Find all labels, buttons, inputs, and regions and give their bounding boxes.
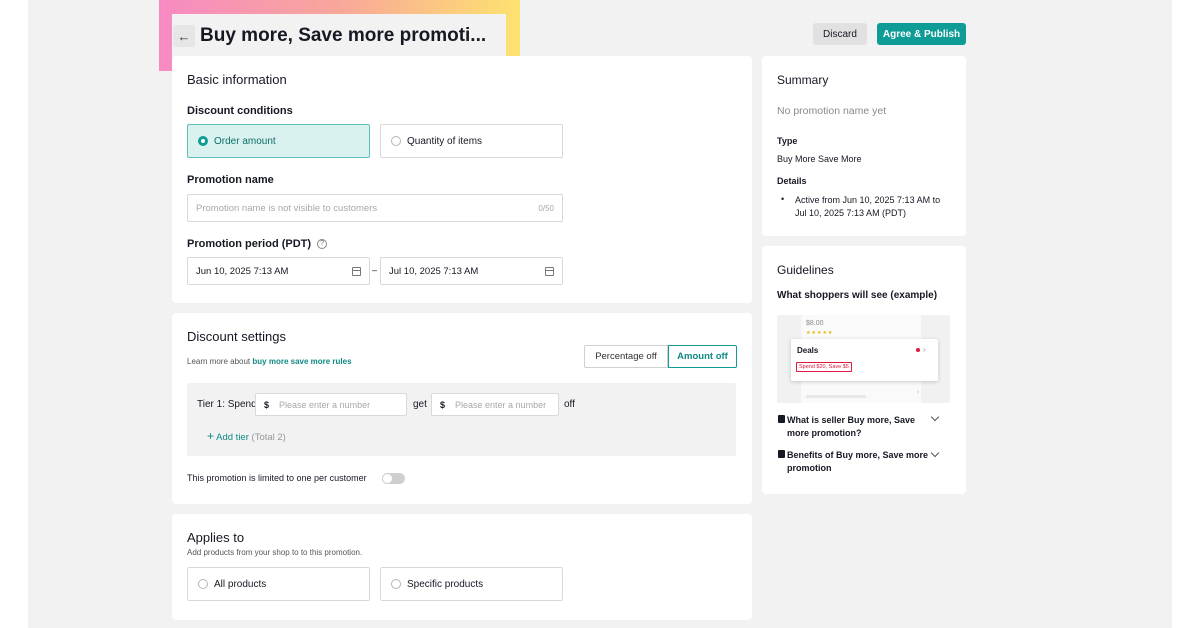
details-label: Details bbox=[777, 176, 807, 186]
learn-more-prefix: Learn more about bbox=[187, 357, 251, 366]
shopper-preview-image: $8.00 ★★★★★ Deals › Spend $20, Save $5 › bbox=[777, 315, 950, 403]
preview-price: $8.00 bbox=[806, 320, 824, 327]
promotion-name-input[interactable]: Promotion name is not visible to custome… bbox=[187, 194, 563, 222]
add-tier-button[interactable]: + Add tier (Total 2) bbox=[207, 429, 286, 443]
page-header: ← Buy more, Save more promoti... bbox=[172, 14, 506, 58]
faq-line: Benefits of Buy more, Save more bbox=[787, 450, 929, 460]
back-button[interactable]: ← bbox=[173, 25, 195, 47]
tier-label: Tier 1: Spend bbox=[197, 399, 257, 410]
type-value: Buy More Save More bbox=[777, 154, 862, 164]
faq-icon bbox=[778, 450, 785, 458]
discount-conditions-label: Discount conditions bbox=[187, 105, 293, 117]
red-dot-icon bbox=[916, 348, 920, 352]
spend-amount-input[interactable]: $ Please enter a number bbox=[255, 393, 407, 416]
promotion-name-counter: 0/50 bbox=[538, 203, 554, 213]
get-placeholder: Please enter a number bbox=[455, 399, 547, 410]
spend-placeholder: Please enter a number bbox=[279, 399, 371, 410]
preview-deal-tag: Spend $20, Save $5 bbox=[796, 362, 852, 372]
help-icon[interactable]: ? bbox=[317, 239, 328, 250]
details-line-2: Jul 10, 2025 7:13 AM (PDT) bbox=[795, 208, 907, 218]
off-label: off bbox=[564, 399, 575, 410]
get-amount-input[interactable]: $ Please enter a number bbox=[431, 393, 559, 416]
option-label: Specific products bbox=[407, 578, 484, 590]
option-all-products[interactable]: All products bbox=[187, 567, 370, 601]
faq-item-benefits[interactable]: Benefits of Buy more, Save more promotio… bbox=[787, 449, 928, 475]
promotion-name-label: Promotion name bbox=[187, 174, 274, 186]
discount-settings-title: Discount settings bbox=[187, 329, 286, 344]
guidelines-title: Guidelines bbox=[777, 263, 834, 277]
plus-icon: + bbox=[207, 429, 215, 443]
radio-unchecked-icon bbox=[391, 136, 401, 146]
star-rating-icon: ★★★★★ bbox=[806, 330, 834, 336]
radio-unchecked-icon bbox=[198, 579, 208, 589]
promotion-name-placeholder: Promotion name is not visible to custome… bbox=[196, 202, 378, 214]
currency-symbol: $ bbox=[264, 399, 270, 410]
end-date-input[interactable]: Jul 10, 2025 7:13 AM bbox=[380, 257, 563, 285]
preview-deals-label: Deals bbox=[797, 346, 819, 355]
faq-line: promotion bbox=[787, 463, 832, 473]
calendar-icon[interactable] bbox=[352, 266, 361, 276]
preview-line bbox=[806, 395, 866, 398]
radio-checked-icon bbox=[198, 136, 208, 146]
start-date-value: Jun 10, 2025 7:13 AM bbox=[196, 265, 289, 277]
option-order-amount[interactable]: Order amount bbox=[187, 124, 370, 158]
arrow-left-icon: ← bbox=[177, 28, 191, 44]
basic-info-title: Basic information bbox=[187, 72, 287, 87]
chevron-right-icon: › bbox=[923, 345, 926, 354]
currency-symbol: $ bbox=[440, 399, 446, 410]
option-label: Quantity of items bbox=[407, 135, 483, 147]
learn-more-text: Learn more about buy more save more rule… bbox=[187, 357, 352, 366]
end-date-value: Jul 10, 2025 7:13 AM bbox=[389, 265, 479, 277]
example-label: What shoppers will see (example) bbox=[777, 290, 938, 301]
details-line-1: Active from Jun 10, 2025 7:13 AM to bbox=[795, 195, 941, 205]
option-specific-products[interactable]: Specific products bbox=[380, 567, 563, 601]
applies-to-subtitle: Add products from your shop to to this p… bbox=[187, 548, 363, 557]
faq-icon bbox=[778, 415, 785, 423]
rules-link[interactable]: buy more save more rules bbox=[252, 357, 351, 366]
calendar-icon[interactable] bbox=[545, 266, 554, 276]
agree-publish-button[interactable]: Agree & Publish bbox=[877, 23, 966, 45]
option-quantity-of-items[interactable]: Quantity of items bbox=[380, 124, 563, 158]
option-label: All products bbox=[214, 578, 267, 590]
chevron-right-icon: › bbox=[917, 389, 920, 396]
amount-off-button[interactable]: Amount off bbox=[668, 345, 737, 368]
applies-to-title: Applies to bbox=[187, 530, 245, 545]
date-separator: – bbox=[372, 265, 378, 275]
summary-title: Summary bbox=[777, 73, 829, 87]
promotion-period-label: Promotion period (PDT)? bbox=[187, 238, 328, 250]
start-date-input[interactable]: Jun 10, 2025 7:13 AM bbox=[187, 257, 370, 285]
percentage-off-button[interactable]: Percentage off bbox=[584, 345, 668, 368]
preview-deals-popup: Deals › Spend $20, Save $5 bbox=[791, 339, 938, 381]
radio-unchecked-icon bbox=[391, 579, 401, 589]
option-label: Order amount bbox=[214, 135, 276, 147]
discount-mode-toggle: Percentage off Amount off bbox=[584, 345, 737, 368]
faq-line: more promotion? bbox=[787, 428, 862, 438]
faq-item-what-is[interactable]: What is seller Buy more, Save more promo… bbox=[787, 414, 915, 440]
discard-button[interactable]: Discard bbox=[813, 23, 867, 45]
type-label: Type bbox=[777, 136, 798, 146]
details-bullet: • bbox=[781, 194, 785, 204]
page-title: Buy more, Save more promoti... bbox=[200, 25, 487, 46]
add-tier-total: (Total 2) bbox=[251, 432, 286, 443]
limit-label: This promotion is limited to one per cus… bbox=[187, 473, 367, 483]
get-label: get bbox=[413, 399, 427, 410]
limit-toggle[interactable] bbox=[382, 473, 405, 484]
add-tier-label: Add tier bbox=[216, 432, 249, 443]
no-promotion-name: No promotion name yet bbox=[777, 105, 887, 117]
faq-line: What is seller Buy more, Save bbox=[787, 415, 916, 425]
promotion-period-text: Promotion period (PDT) bbox=[187, 238, 312, 250]
